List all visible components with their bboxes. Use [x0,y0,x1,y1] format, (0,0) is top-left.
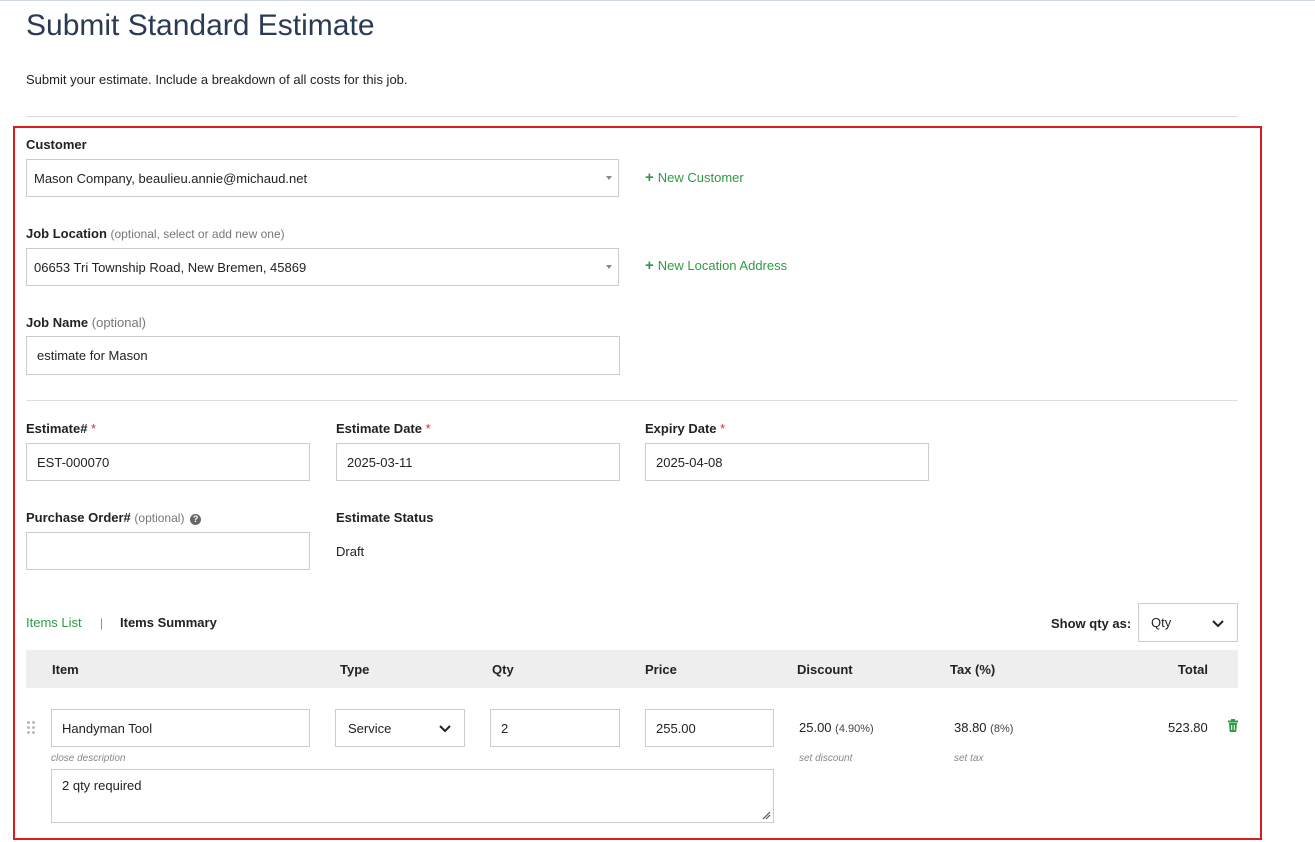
show-qty-label: Show qty as: [1051,616,1132,631]
header-tax: Tax (%) [950,662,996,677]
item-name-input[interactable]: Handyman Tool [51,709,310,747]
estimate-number-input[interactable]: EST-000070 [26,443,310,481]
header-item: Item [52,662,79,677]
tab-items-list[interactable]: Items List [26,615,82,630]
job-name-input[interactable]: estimate for Mason [26,336,620,375]
expiry-date-input[interactable]: 2025-04-08 [645,443,929,481]
header-total: Total [1177,662,1208,677]
divider-top [26,116,1238,117]
show-qty-select[interactable]: Qty [1138,603,1238,642]
item-price-input[interactable]: 255.00 [645,709,774,747]
job-name-label: Job Name (optional) [26,315,146,330]
items-table-header: Item Type Qty Price Discount Tax (%) Tot… [26,650,1238,688]
estimate-status-value: Draft [336,544,365,559]
estimate-date-label: Estimate Date * [336,421,431,436]
header-qty: Qty [492,662,514,677]
estimate-date-input[interactable]: 2025-03-11 [336,443,620,481]
customer-select[interactable]: Mason Company, beaulieu.annie@michaud.ne… [26,159,619,197]
customer-value: Mason Company, beaulieu.annie@michaud.ne… [34,170,308,186]
item-total: 523.80 [1168,720,1208,735]
set-discount-link[interactable]: set discount [799,753,852,764]
expiry-date-label: Expiry Date * [645,421,726,436]
item-description-textarea[interactable]: 2 qty required [51,769,774,823]
chevron-down-icon [439,725,451,733]
item-tax: 38.80 (8%) [954,720,1014,735]
resize-grip-icon[interactable] [762,811,771,820]
close-description-link[interactable]: close description [51,753,125,764]
estimate-status-label: Estimate Status [336,510,434,525]
header-discount: Discount [797,662,853,677]
drag-handle-icon[interactable] [26,720,36,734]
header-price: Price [645,662,677,677]
caret-down-icon [606,176,612,180]
job-location-select[interactable]: 06653 Tri Township Road, New Bremen, 458… [26,248,619,286]
header-type: Type [340,662,370,677]
plus-icon: + [645,257,654,274]
plus-icon: + [645,169,654,186]
estimate-number-label: Estimate# * [26,421,97,436]
new-location-link[interactable]: + New Location Address [645,258,787,273]
trash-icon[interactable] [1227,719,1239,733]
job-location-value: 06653 Tri Township Road, New Bremen, 458… [34,259,307,275]
top-border [0,0,1315,1]
item-type-select[interactable]: Service [335,709,465,747]
page-subtitle: Submit your estimate. Include a breakdow… [26,72,408,87]
chevron-down-icon [1212,619,1224,627]
purchase-order-input[interactable] [26,532,310,570]
set-tax-link[interactable]: set tax [954,753,983,764]
caret-down-icon [606,265,612,269]
question-circle-icon[interactable]: ? [190,514,202,525]
customer-label: Customer [26,137,87,152]
purchase-order-label: Purchase Order# (optional) ? [26,510,202,525]
item-qty-input[interactable]: 2 [490,709,620,747]
new-customer-link[interactable]: + New Customer [645,170,744,185]
tab-items-summary[interactable]: Items Summary [120,615,217,630]
page-title: Submit Standard Estimate [26,9,375,42]
job-location-label: Job Location (optional, select or add ne… [26,226,285,241]
item-discount: 25.00 (4.90%) [799,720,874,735]
divider-middle [26,400,1238,401]
tab-separator: | [100,616,104,630]
